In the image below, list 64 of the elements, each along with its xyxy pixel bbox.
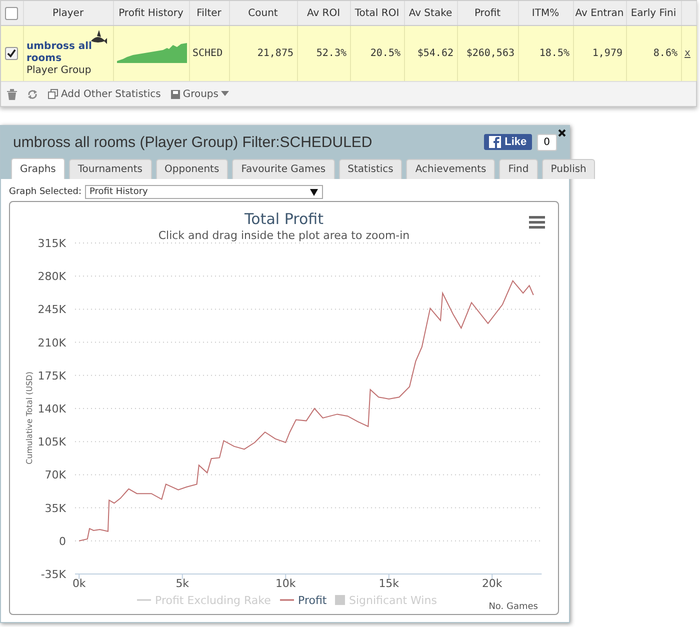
legend-item[interactable]: Profit: [280, 594, 327, 607]
x-tick-label: 5k: [176, 577, 190, 590]
checkbox[interactable]: [5, 47, 18, 60]
like-count: 0: [536, 134, 557, 150]
panel-title: umbross all rooms (Player Group) Filter:SCHEDULED: [13, 134, 374, 150]
facebook-icon: [488, 136, 501, 148]
x-tick-label: 20k: [482, 577, 502, 590]
table-cell: 21,875: [257, 48, 294, 59]
table-cell: 1,979: [592, 48, 622, 59]
y-tick-label: 280K: [38, 270, 66, 284]
sparkline: [116, 41, 186, 63]
tab[interactable]: Find: [499, 159, 538, 179]
table-cell: $54.62: [417, 48, 454, 59]
y-tick-label: 175K: [38, 369, 66, 382]
chart-title: Total Profit: [244, 210, 324, 228]
y-tick-label: 210K: [38, 336, 66, 350]
y-tick-label: 0: [59, 534, 66, 548]
y-tick-label: 105K: [38, 436, 66, 449]
x-tick-label: 10k: [275, 577, 296, 590]
y-tick-label: 70K: [44, 468, 66, 482]
groups-dropdown[interactable]: Groups: [170, 88, 230, 100]
checkbox[interactable]: [5, 6, 18, 20]
y-tick-label: -35K: [40, 568, 66, 581]
x-tick-label: 15k: [378, 577, 400, 590]
close-icon[interactable]: [558, 129, 566, 137]
table-cell: 20.5%: [370, 48, 400, 59]
x-tick-label: 0k: [72, 577, 86, 590]
column-header[interactable]: Player: [52, 8, 84, 18]
graph-select[interactable]: Profit History: [84, 185, 323, 199]
column-header[interactable]: Count: [248, 8, 278, 18]
x-axis-title: No. Games: [488, 602, 538, 612]
tab[interactable]: Statistics: [338, 159, 402, 179]
save-icon: [170, 90, 180, 98]
player-name-link[interactable]: umbross all rooms: [26, 41, 96, 65]
tab[interactable]: Opponents: [156, 159, 228, 179]
trash-icon[interactable]: [7, 88, 17, 100]
y-tick-label: 35K: [44, 502, 66, 515]
tab[interactable]: Tournaments: [68, 159, 152, 179]
chart-subtitle: Click and drag inside the plot area to zoom-in: [158, 229, 410, 242]
like-button[interactable]: Like: [484, 134, 532, 150]
y-tick-label: 245K: [38, 303, 66, 316]
table-cell: $260,563: [466, 48, 514, 59]
remove-link[interactable]: x: [684, 48, 690, 59]
graph-selected-label: Graph Selected:: [9, 187, 82, 197]
y-axis-title: Cumulative Total (USD): [25, 372, 34, 464]
refresh-icon[interactable]: [27, 88, 38, 100]
tab[interactable]: Achievements: [406, 159, 496, 179]
tab[interactable]: Graphs: [11, 158, 65, 179]
table-cell: 52.3%: [316, 48, 346, 59]
menu-icon[interactable]: [529, 216, 545, 229]
caret-icon: [221, 91, 230, 97]
y-tick-label: 315K: [38, 237, 66, 250]
tab[interactable]: Publish: [542, 159, 596, 179]
add-statistics-button[interactable]: Add Other Statistics: [48, 88, 161, 100]
table-cell: 18.5%: [539, 48, 570, 59]
tab[interactable]: Favourite Games: [232, 159, 335, 179]
table-cell: 8.6%: [653, 48, 678, 59]
y-tick-label: 140K: [38, 402, 66, 416]
table-cell: SCHED: [192, 48, 223, 59]
column-header[interactable]: Profit: [474, 8, 501, 18]
player-type: Player Group: [26, 65, 92, 76]
copy-icon: [48, 89, 58, 99]
caret-icon: [310, 188, 318, 196]
legend-label: Profit: [298, 594, 328, 607]
